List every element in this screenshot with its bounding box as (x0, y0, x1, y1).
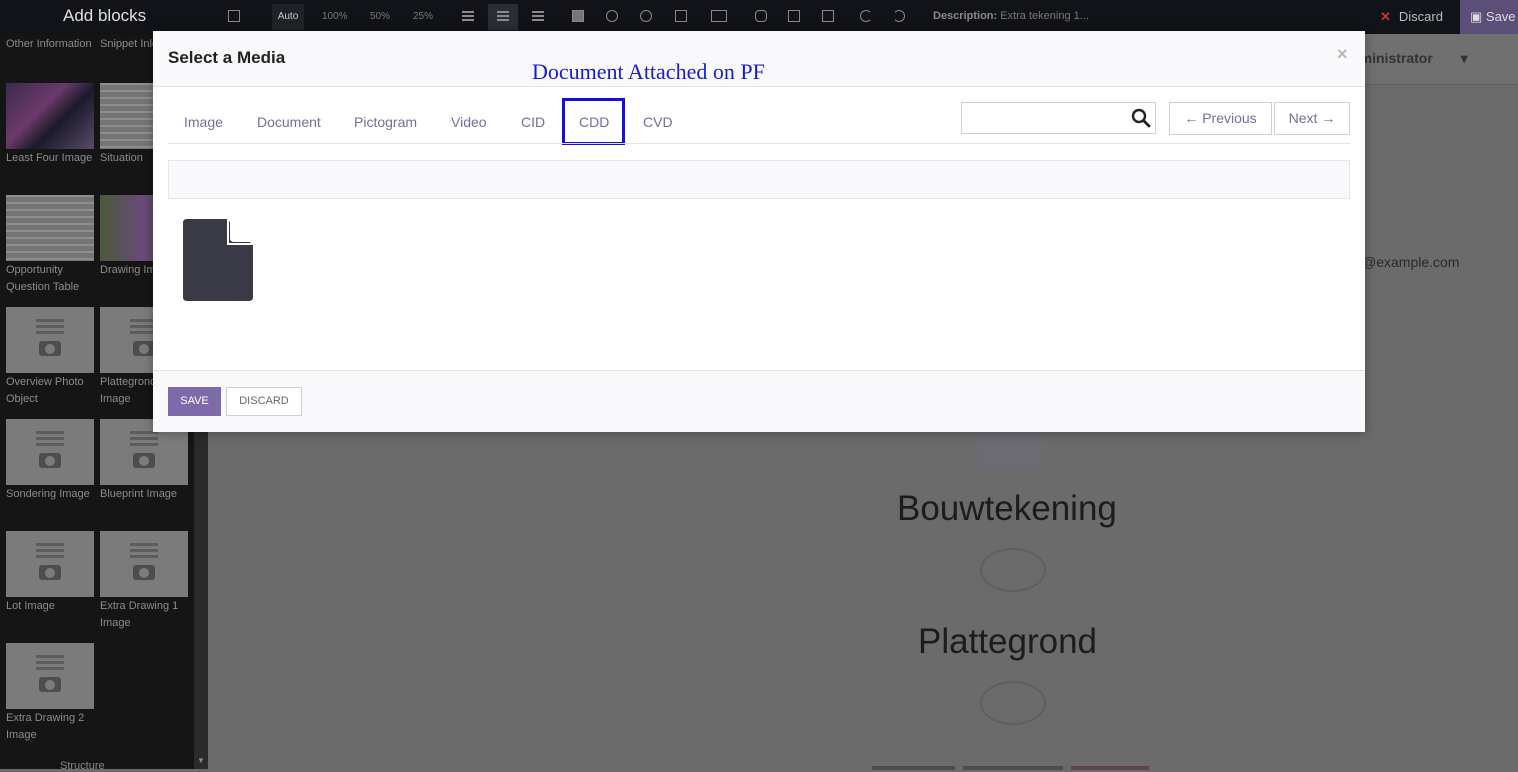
circle-icon[interactable] (606, 10, 618, 22)
page-button[interactable] (1071, 766, 1149, 770)
image-icon[interactable] (675, 10, 687, 22)
block-sondering-image[interactable]: Sondering Image (6, 419, 94, 503)
editor-toolbar: Add blocks Auto 100% 50% 25% Description… (0, 0, 1518, 34)
user-menu[interactable]: Administrator ▾ (1341, 50, 1468, 67)
tab-video[interactable]: Video (451, 114, 487, 130)
camera-icon (133, 565, 155, 580)
toolbar-save-button[interactable]: ▣ Save (1460, 0, 1518, 34)
description-field[interactable]: Description: Extra tekening 1... (933, 10, 1089, 22)
dialog-footer: SAVE DISCARD (153, 370, 1365, 432)
block-label: Opportunity Question Table (6, 264, 80, 293)
annotation-label: Document Attached on PF (532, 59, 765, 84)
block-thumbnail (6, 195, 94, 261)
crop-icon[interactable] (711, 10, 727, 22)
block-label: Extra Drawing 2 Image (6, 712, 85, 741)
floppy-icon: ▣ (1470, 9, 1486, 24)
zoom-auto-button[interactable]: Auto (272, 4, 304, 30)
align-center-icon[interactable] (497, 11, 509, 21)
structure-tab[interactable]: Structure (60, 760, 105, 772)
zoom-50-button[interactable]: 50% (370, 11, 390, 22)
block-thumbnail (6, 307, 94, 373)
block-thumbnail (6, 643, 94, 709)
save-button[interactable]: SAVE (168, 387, 221, 416)
block-opportunity-question-table[interactable]: Opportunity Question Table (6, 195, 94, 296)
toolbar-discard-button[interactable]: ✕ Discard (1380, 9, 1443, 25)
close-icon[interactable]: × (1337, 44, 1348, 65)
add-blocks-title: Add blocks (63, 6, 147, 25)
file-icon-toolbar[interactable] (788, 10, 800, 22)
camera-icon (39, 341, 61, 356)
add-block-icon[interactable] (228, 10, 240, 22)
block-extra-drawing-1-image[interactable]: Extra Drawing 1 Image (100, 531, 188, 632)
block-thumbnail (100, 531, 188, 597)
block-thumbnail (6, 531, 94, 597)
page-button[interactable] (872, 766, 955, 770)
select-media-dialog: Select a Media × Document Attached on PF… (153, 31, 1365, 432)
heading-plattegrond: Plattegrond (918, 622, 1098, 661)
block-least-four-image[interactable]: Least Four Image (6, 83, 94, 167)
circle-outline-icon[interactable] (640, 10, 652, 22)
close-icon: ✕ (1380, 9, 1391, 24)
zoom-25-button[interactable]: 25% (413, 11, 433, 22)
tab-image[interactable]: Image (184, 114, 223, 130)
scroll-down-icon[interactable]: ▼ (197, 756, 205, 765)
heading-bouwtekening: Bouwtekening (897, 489, 1117, 528)
block-thumbnail (6, 419, 94, 485)
previous-button[interactable]: ← Previous (1169, 102, 1272, 135)
tab-cid[interactable]: CID (521, 114, 545, 130)
square-icon[interactable] (572, 10, 584, 22)
camera-icon (39, 453, 61, 468)
camera-icon (133, 453, 155, 468)
page-button[interactable] (963, 766, 1063, 770)
email-text: @example.com (1362, 254, 1460, 270)
document-file-icon[interactable] (183, 219, 253, 301)
block-thumbnail (6, 83, 94, 149)
next-button[interactable]: Next → (1274, 102, 1350, 135)
block-label: Lot Image (6, 600, 55, 612)
block-label: Extra Drawing 1 Image (100, 600, 179, 629)
block-label: Least Four Image (6, 152, 93, 164)
tab-document[interactable]: Document (257, 114, 321, 130)
align-left-icon[interactable] (462, 11, 474, 21)
image-placeholder (978, 431, 1042, 469)
search-icon[interactable] (1131, 108, 1151, 128)
block-lot-image[interactable]: Lot Image (6, 531, 94, 615)
link-icon[interactable] (755, 10, 767, 22)
tabs-underline (168, 143, 1350, 144)
tab-cvd[interactable]: CVD (643, 114, 673, 130)
search-input[interactable] (966, 107, 1130, 131)
zoom-100-button[interactable]: 100% (322, 11, 348, 22)
discard-button[interactable]: DISCARD (226, 387, 302, 416)
block-extra-drawing-2-image[interactable]: Extra Drawing 2 Image (6, 643, 94, 744)
trash-icon[interactable] (822, 10, 834, 22)
camera-icon (133, 341, 155, 356)
block-label: Sondering Image (6, 488, 90, 500)
block-overview-photo-object[interactable]: Overview Photo Object (6, 307, 94, 408)
block-label: Blueprint Image (100, 488, 178, 500)
undo-icon[interactable] (860, 10, 872, 22)
redo-icon[interactable] (893, 10, 905, 22)
block-label: Other Information (6, 38, 92, 50)
dialog-title: Select a Media (168, 48, 286, 67)
camera-off-icon (980, 681, 1046, 725)
tab-pictogram[interactable]: Pictogram (354, 114, 417, 130)
tab-highlight-box (562, 98, 625, 145)
camera-icon (39, 565, 61, 580)
block-other-information[interactable]: Other Information (6, 36, 94, 53)
media-filter-bar (168, 160, 1350, 199)
camera-icon (39, 677, 61, 692)
block-label: Overview Photo Object (6, 376, 84, 405)
align-right-icon[interactable] (532, 11, 544, 21)
search-box[interactable] (961, 102, 1156, 134)
camera-off-icon (980, 548, 1046, 592)
